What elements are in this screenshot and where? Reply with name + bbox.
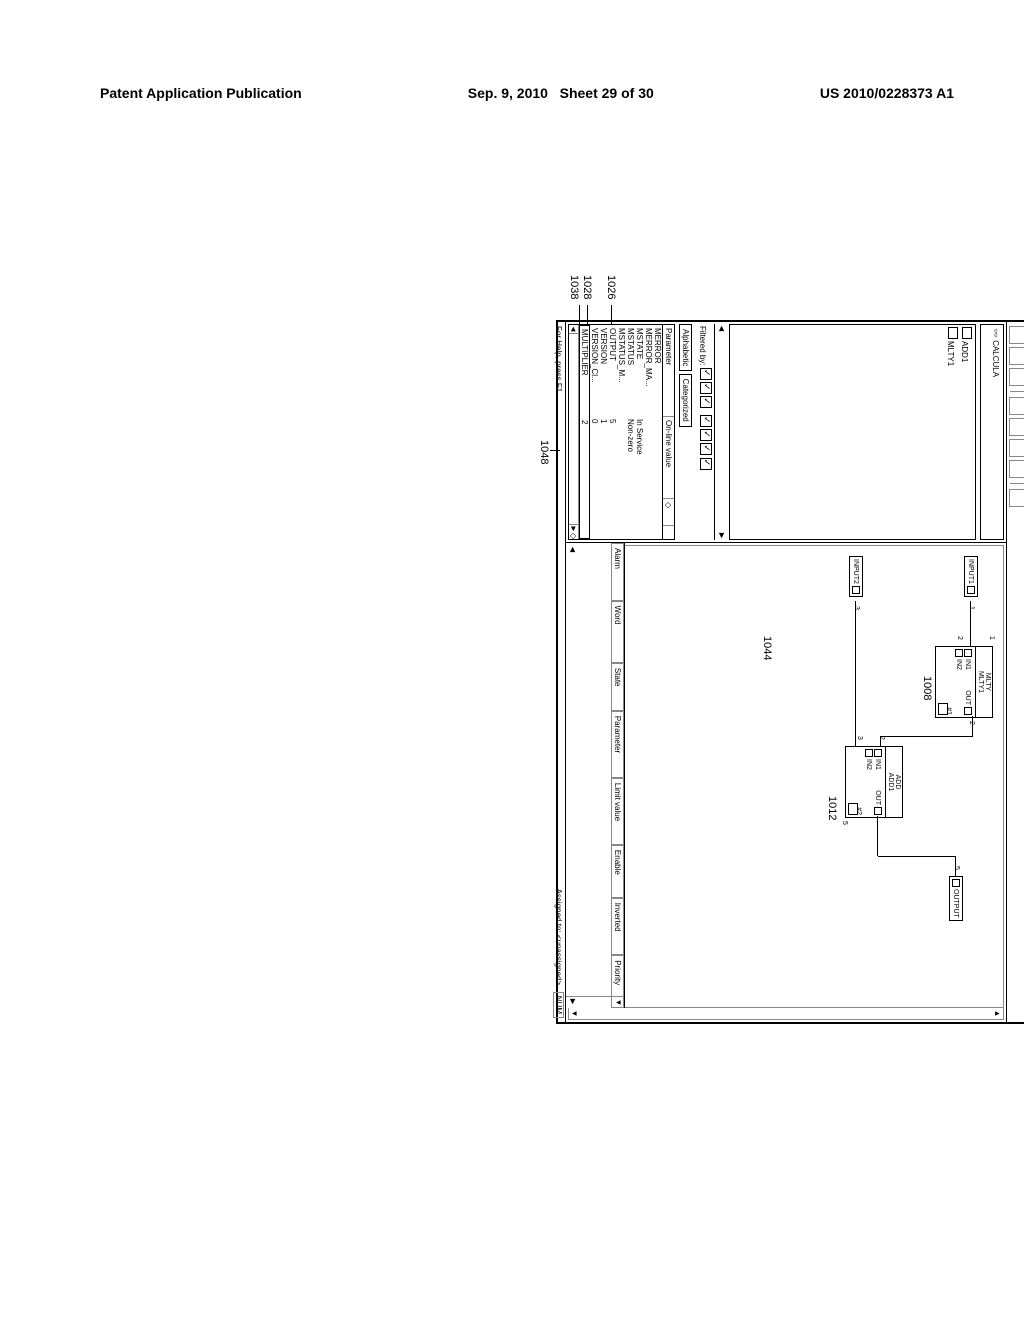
- block-expand-icon[interactable]: [938, 703, 948, 715]
- param-row[interactable]: MULTIPLIER2: [579, 325, 590, 539]
- tool-icon[interactable]: [1009, 418, 1024, 436]
- wire: [855, 601, 856, 746]
- callout-label: 1012: [826, 796, 838, 820]
- callout-label: 1048: [538, 440, 550, 464]
- module-list: ADD1 MLTY1 1050: [729, 324, 976, 540]
- filter-box: Filtered by:: [696, 324, 715, 540]
- param-row[interactable]: MERROR: [653, 325, 662, 539]
- callout-label: 1038: [568, 275, 580, 299]
- tool-icon[interactable]: [1009, 347, 1024, 365]
- module-item[interactable]: ADD1: [959, 327, 973, 537]
- pub-date: Sep. 9, 2010 Sheet 29 of 30: [468, 85, 654, 101]
- callout-label: 1026: [605, 275, 617, 299]
- tool-icon[interactable]: [1009, 326, 1024, 344]
- alarm-col[interactable]: Enable: [611, 845, 624, 898]
- workspace: 👓 CALCULA ADD1 MLTY1 1050 ◄► Filtered by…: [566, 322, 1006, 1022]
- pub-label: Patent Application Publication: [100, 85, 302, 101]
- callout-label: 1044: [761, 636, 773, 660]
- filter-check-icon[interactable]: [700, 382, 712, 394]
- filter-label: Filtered by:: [698, 326, 707, 366]
- filter-check-icon[interactable]: [700, 396, 712, 408]
- wire: [972, 716, 973, 736]
- status-assigned: Assigned to: <unassigned>: [554, 889, 563, 986]
- param-row[interactable]: VERSION1: [599, 325, 608, 539]
- status-help: For Help, press F1: [554, 326, 563, 392]
- alarm-col[interactable]: Parameter: [611, 711, 624, 778]
- status-num: NUM: [553, 992, 564, 1018]
- param-row[interactable]: MERROR_MA...: [644, 325, 653, 539]
- wire: [881, 736, 973, 737]
- block-icon: [948, 327, 958, 339]
- scrollbar[interactable]: ▾: [566, 996, 624, 1008]
- add-block[interactable]: ADDADD1 IN1 IN2 OUT #2: [845, 746, 903, 818]
- callout-label: 1008: [921, 676, 933, 700]
- alarm-col[interactable]: Limit value: [611, 778, 624, 845]
- param-row[interactable]: MSTATUS_M...: [617, 325, 626, 539]
- tool-icon[interactable]: [1009, 368, 1024, 386]
- param-row[interactable]: VERSION_Cl...0: [590, 325, 599, 539]
- output-block[interactable]: OUTPUT: [949, 876, 963, 921]
- wire: [880, 736, 881, 746]
- tabs: Alphabetic Categorized: [679, 324, 692, 540]
- tool-icon[interactable]: [1009, 460, 1024, 478]
- block-icon: [962, 327, 972, 339]
- module-item[interactable]: MLTY1: [945, 327, 959, 537]
- param-col-name[interactable]: Parameter: [663, 325, 674, 417]
- alarm-col[interactable]: Alarm: [611, 543, 624, 601]
- filter-check-icon[interactable]: [700, 458, 712, 470]
- tab-categorized[interactable]: Categorized: [679, 374, 692, 427]
- diagram-canvas[interactable]: INPUT1 1 INPUT2 3 MLTYMLTY1 IN1: [566, 543, 1006, 1022]
- tool-icon[interactable]: [1009, 439, 1024, 457]
- left-panel: 👓 CALCULA ADD1 MLTY1 1050 ◄► Filtered by…: [566, 322, 1006, 543]
- toolbar-secondary: [1006, 322, 1024, 1022]
- app-window: [AREA_A/CALCULATION_1 (Debug Mode) Runni…: [556, 320, 1024, 1024]
- param-row[interactable]: MSTATUSNon-zero: [626, 325, 635, 539]
- pub-number: US 2010/0228373 A1: [820, 85, 954, 101]
- statusbar: For Help, press F1 Assigned to: <unassig…: [552, 322, 566, 1022]
- tree-selector[interactable]: 👓 CALCULA: [980, 324, 1004, 540]
- block-expand-icon[interactable]: [848, 803, 858, 815]
- wire: [877, 816, 878, 856]
- wire: [970, 601, 971, 646]
- callout-label: 1028: [581, 275, 593, 299]
- filter-check-icon[interactable]: [700, 368, 712, 380]
- mlty-block[interactable]: MLTYMLTY1 IN1 IN2 OUT #1: [935, 646, 993, 718]
- filter-check-icon[interactable]: [700, 415, 712, 427]
- port-num: 2: [956, 636, 963, 640]
- tool-icon[interactable]: [1009, 489, 1024, 507]
- filter-check-icon[interactable]: [700, 443, 712, 455]
- tab-alphabetic[interactable]: Alphabetic: [679, 324, 692, 371]
- parameter-table: Parameter On-line value ◇ MERROR MERROR_…: [568, 324, 675, 540]
- input2-block[interactable]: INPUT2: [849, 556, 863, 597]
- alarm-panel: Alarm Word State Parameter Limit value E…: [566, 543, 625, 1008]
- port-num: 3: [856, 736, 863, 740]
- wire: [856, 746, 868, 747]
- filter-check-icon[interactable]: [700, 429, 712, 441]
- alarm-col[interactable]: Inverted: [611, 898, 624, 956]
- param-row[interactable]: OUTPUT5: [608, 325, 617, 539]
- wire: [878, 856, 956, 857]
- alarm-col[interactable]: State: [611, 663, 624, 711]
- tool-icon[interactable]: [1009, 397, 1024, 415]
- port-num: 1: [988, 636, 995, 640]
- scrollbar[interactable]: ▴ ▾: [568, 1007, 1004, 1020]
- wire-label: 5: [841, 821, 848, 825]
- alarm-col[interactable]: Word: [611, 601, 624, 663]
- wire: [955, 856, 956, 876]
- input1-block[interactable]: INPUT1: [964, 556, 978, 597]
- param-col-extra[interactable]: ◇: [663, 499, 674, 526]
- param-col-value[interactable]: On-line value: [663, 417, 674, 499]
- param-row[interactable]: MSTATEIn Service: [635, 325, 644, 539]
